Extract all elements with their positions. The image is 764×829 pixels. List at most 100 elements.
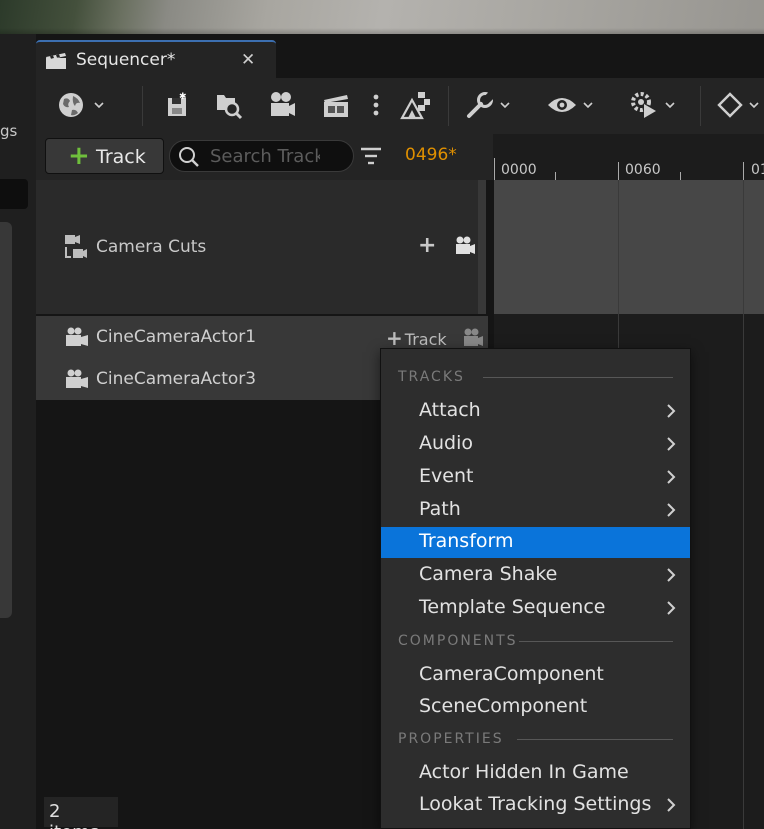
menu-item-label: Camera Shake [419, 563, 558, 585]
menu-item-actor-hidden-in-game[interactable]: Actor Hidden In Game [381, 758, 690, 788]
menu-item-lookat-tracking-settings[interactable]: Lookat Tracking Settings [381, 790, 690, 820]
sequence-actions-button[interactable] [398, 88, 434, 122]
ruler-tick [743, 162, 744, 180]
toolbar-divider [700, 86, 701, 126]
tools-menu-button[interactable] [460, 88, 516, 122]
view-options-button[interactable] [542, 88, 598, 122]
menu-item-scene-component[interactable]: SceneComponent [381, 692, 690, 722]
outliner-scrollbar[interactable] [478, 180, 486, 314]
menu-item-attach[interactable]: Attach [381, 396, 690, 426]
track-name: CineCameraActor3 [96, 369, 257, 389]
world-icon [59, 93, 83, 117]
menu-item-camera-component[interactable]: CameraComponent [381, 660, 690, 690]
menu-section-header: TRACKS [398, 369, 465, 385]
menu-item-label: Event [419, 465, 474, 487]
camera-cuts-timeline-row[interactable] [493, 180, 764, 314]
level-viewport-strip [0, 0, 764, 34]
chevron-right-icon [667, 568, 676, 582]
time-ruler[interactable]: 0000 0060 01 [493, 134, 764, 180]
left-panel-field[interactable] [0, 179, 28, 209]
timeline-gridline [743, 180, 744, 829]
clapper-icon [324, 95, 348, 117]
menu-item-label: Template Sequence [419, 596, 606, 618]
ruler-tick [555, 172, 556, 180]
menu-item-label: Lookat Tracking Settings [419, 793, 652, 815]
ruler-tick-label: 0000 [501, 162, 537, 178]
add-track-context-menu: TRACKS Attach Audio Event Path Transform… [380, 348, 691, 829]
menu-item-label: Attach [419, 399, 481, 421]
menu-section-divider [483, 377, 673, 378]
menu-item-audio[interactable]: Audio [381, 429, 690, 459]
menu-item-label: Transform [419, 530, 514, 552]
left-panel: gs [0, 34, 36, 829]
menu-item-label: Path [419, 498, 461, 520]
search-input[interactable] [210, 145, 320, 167]
camera-cuts-track[interactable]: Camera Cuts + [36, 180, 478, 314]
menu-section-divider [517, 739, 673, 740]
menu-item-label: CameraComponent [419, 663, 604, 685]
left-panel-tab-label: gs [0, 122, 18, 140]
tab-close-icon[interactable]: ✕ [241, 50, 255, 70]
add-subtrack-label: Track [404, 330, 447, 349]
tab-sequencer[interactable]: Sequencer* ✕ [36, 40, 276, 78]
camera-actor-icon [66, 327, 88, 346]
track-name: CineCameraActor1 [96, 327, 257, 347]
add-track-button[interactable]: + Track [45, 138, 164, 174]
more-icon [373, 94, 379, 116]
playback-options-button[interactable] [624, 88, 680, 122]
chevron-down-icon [94, 102, 104, 109]
render-movie-button[interactable] [318, 88, 354, 122]
camera-cuts-icon [65, 235, 87, 258]
sequencer-toolbar: ✱ [36, 78, 764, 134]
chevron-down-icon [583, 102, 593, 109]
menu-item-label: Actor Hidden In Game [419, 761, 629, 783]
current-frame-counter[interactable]: 0496* [405, 145, 457, 165]
menu-item-event[interactable]: Event [381, 462, 690, 492]
menu-section-header: COMPONENTS [398, 633, 518, 649]
menu-item-template-sequence[interactable]: Template Sequence [381, 593, 690, 623]
menu-section-header: PROPERTIES [398, 731, 504, 747]
playback-icon [631, 92, 656, 118]
wrench-icon [467, 92, 494, 118]
left-panel-scrollbar[interactable] [0, 222, 12, 618]
menu-item-path[interactable]: Path [381, 495, 690, 525]
search-box[interactable] [169, 140, 354, 172]
svg-text:✱: ✱ [179, 92, 187, 102]
render-icon [400, 92, 430, 120]
key-options-button[interactable] [712, 88, 764, 122]
eye-icon [548, 98, 576, 112]
toolbar-divider [142, 86, 143, 126]
camera-icon[interactable] [462, 328, 484, 348]
items-count: 2 items [44, 797, 118, 829]
camera-cuts-label: Camera Cuts [96, 237, 207, 257]
add-camera-cut-icon[interactable]: + [418, 233, 436, 258]
world-settings-button[interactable] [54, 88, 108, 122]
camera-icon [271, 92, 295, 116]
chevron-down-icon [665, 102, 675, 109]
chevron-right-icon [667, 437, 676, 451]
menu-item-transform[interactable]: Transform [381, 527, 690, 558]
plus-icon: + [68, 141, 90, 171]
ruler-tick-label: 01 [751, 162, 764, 178]
tab-bar: Sequencer* ✕ [36, 34, 764, 78]
tab-title: Sequencer* [76, 50, 176, 70]
more-options-button[interactable] [366, 88, 386, 122]
chevron-right-icon [667, 601, 676, 615]
add-subtrack-button[interactable]: + Track [386, 326, 447, 350]
menu-item-label: SceneComponent [419, 695, 588, 717]
keyframe-icon [717, 92, 743, 118]
camera-icon[interactable] [454, 236, 476, 256]
track-row-cinecameraactor3[interactable]: CineCameraActor3 [36, 358, 380, 400]
search-icon [179, 147, 199, 167]
menu-item-camera-shake[interactable]: Camera Shake [381, 560, 690, 590]
chevron-right-icon [667, 470, 676, 484]
plus-icon: + [386, 326, 403, 350]
find-in-content-browser-button[interactable] [210, 88, 246, 122]
ruler-tick [618, 162, 619, 180]
create-camera-button[interactable] [264, 88, 300, 122]
clapperboard-icon [46, 53, 66, 69]
chevron-right-icon [667, 798, 676, 812]
toolbar-divider [448, 86, 449, 126]
filter-icon[interactable] [360, 146, 382, 166]
save-button[interactable]: ✱ [160, 88, 194, 122]
